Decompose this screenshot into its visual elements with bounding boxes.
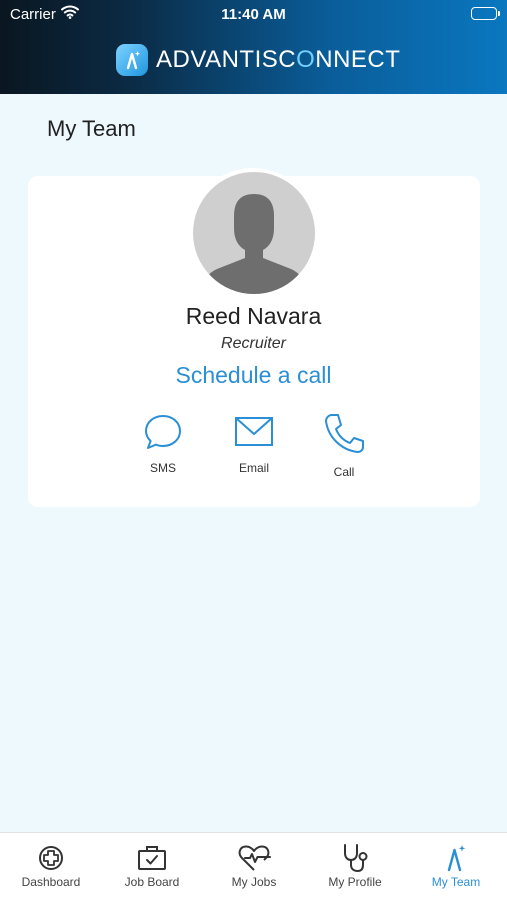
plus-circle-icon (38, 843, 64, 873)
sms-label: SMS (149, 461, 176, 475)
sparkle-a-icon (443, 843, 469, 873)
clock: 11:40 AM (221, 6, 286, 23)
tab-label-my-profile: My Profile (328, 875, 382, 889)
logo-mark-icon (116, 44, 148, 76)
app-header: Carrier 11:40 AM ADVANTISCONNECT (0, 0, 507, 94)
tab-label-my-team: My Team (431, 875, 481, 889)
envelope-icon (233, 412, 275, 457)
avatar (193, 172, 315, 294)
tab-label-my-jobs: My Jobs (231, 875, 277, 889)
heart-pulse-icon (237, 843, 271, 873)
tab-dashboard[interactable]: Dashboard (6, 833, 96, 900)
member-role: Recruiter (221, 335, 286, 352)
brand-wordmark: ADVANTISCONNECT (156, 46, 401, 73)
person-silhouette-icon (201, 194, 307, 294)
briefcase-check-icon (137, 843, 167, 873)
page-title: My Team (47, 116, 136, 141)
tab-bar: Dashboard Job Board My Jobs My Profile M… (0, 832, 507, 900)
tab-my-jobs[interactable]: My Jobs (209, 833, 299, 900)
status-bar: Carrier 11:40 AM (0, 0, 507, 28)
stethoscope-icon (341, 843, 369, 873)
brand-logo: ADVANTISCONNECT (116, 43, 400, 77)
phone-icon (323, 412, 365, 461)
call-button[interactable]: Call (304, 412, 384, 479)
schedule-call-link[interactable]: Schedule a call (0, 362, 507, 389)
call-label: Call (333, 465, 355, 479)
battery-icon (471, 7, 500, 20)
tab-label-job-board: Job Board (124, 875, 180, 889)
member-name: Reed Navara (185, 303, 322, 329)
tab-job-board[interactable]: Job Board (107, 833, 197, 900)
tab-my-team[interactable]: My Team (411, 833, 501, 900)
email-label: Email (238, 461, 269, 475)
tab-label-dashboard: Dashboard (21, 875, 81, 889)
email-button[interactable]: Email (214, 412, 294, 475)
sms-button[interactable]: SMS (123, 412, 203, 475)
chat-bubble-icon (143, 412, 183, 457)
tab-my-profile[interactable]: My Profile (310, 833, 400, 900)
